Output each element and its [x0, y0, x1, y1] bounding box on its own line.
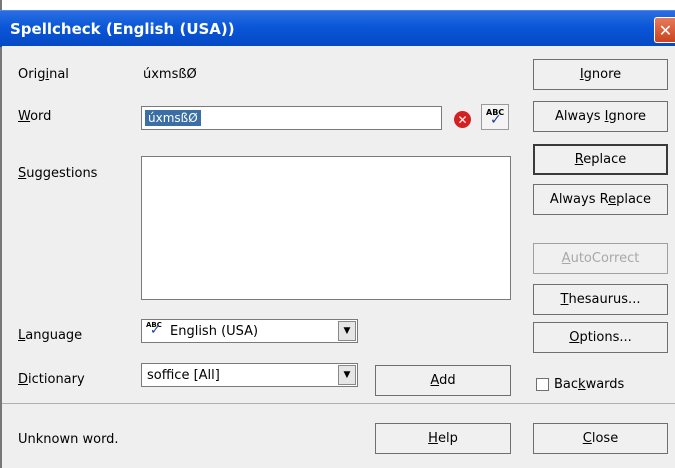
dictionary-label: Dictionary [18, 372, 85, 387]
autocorrect-button[interactable]: AutoCorrect [533, 243, 668, 274]
divider [2, 403, 675, 404]
close-window-button[interactable]: ✕ [654, 17, 675, 43]
dictionary-value: soffice [All] [147, 368, 220, 383]
add-button[interactable]: Add [375, 365, 511, 396]
close-button[interactable]: Close [533, 423, 668, 454]
language-check-icon: ✓ [150, 323, 161, 338]
original-value: úxmsßØ [143, 67, 197, 82]
thesaurus-button[interactable]: Thesaurus... [533, 284, 668, 315]
spellcheck-dialog: Spellcheck (English (USA)) ✕ Original úx… [0, 0, 675, 468]
language-select[interactable]: ABC ✓ English (USA) ▼ [141, 319, 358, 343]
backwards-label: Backwards [554, 377, 625, 392]
language-value: English (USA) [170, 324, 259, 339]
status-text: Unknown word. [18, 432, 119, 447]
language-label: Language [18, 328, 83, 343]
check-word-button[interactable]: ABC ✓ [481, 104, 509, 130]
title-bar: Spellcheck (English (USA)) ✕ [0, 10, 675, 47]
options-button[interactable]: Options... [533, 322, 668, 353]
original-label: Original [18, 67, 69, 82]
always-replace-button[interactable]: Always Replace [533, 184, 668, 215]
always-ignore-button[interactable]: Always Ignore [533, 101, 668, 132]
word-input[interactable]: úxmsßØ [141, 106, 442, 130]
dictionary-select[interactable]: soffice [All] ▼ [141, 363, 358, 387]
ignore-button[interactable]: Ignore [533, 59, 668, 90]
replace-button[interactable]: Replace [533, 144, 668, 175]
checkmark-icon: ✓ [490, 112, 502, 128]
backwards-checkbox[interactable] [536, 378, 549, 391]
word-selected-text: úxmsßØ [145, 110, 201, 126]
suggestions-list[interactable] [141, 156, 511, 300]
chevron-down-icon[interactable]: ▼ [338, 321, 356, 341]
word-label: Word [18, 109, 52, 124]
error-icon: ✕ [454, 111, 471, 128]
window-title: Spellcheck (English (USA)) [10, 20, 235, 38]
close-icon: ✕ [658, 20, 673, 40]
chevron-down-icon[interactable]: ▼ [338, 365, 356, 385]
help-button[interactable]: Help [375, 423, 511, 454]
suggestions-label: Suggestions [18, 166, 98, 181]
